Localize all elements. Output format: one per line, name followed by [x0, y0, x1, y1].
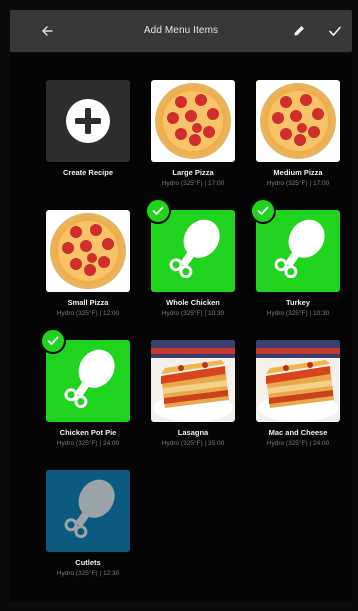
item-name: Turkey	[285, 298, 311, 307]
menu-item-chicken-pot-pie[interactable]: Chicken Pot Pie Hydro (325°F) | 24:00	[40, 328, 134, 450]
back-arrow-icon[interactable]	[32, 10, 62, 52]
item-name: Cutlets	[75, 558, 101, 567]
menu-items-grid: Create Recipe Large Pizza Hydro (325°F) …	[10, 54, 352, 602]
item-name: Small Pizza	[67, 298, 109, 307]
item-name: Lasagna	[177, 428, 209, 437]
menu-item-turkey[interactable]: Turkey Hydro (325°F) | 10:30	[250, 198, 344, 320]
menu-item-whole-chicken[interactable]: Whole Chicken Hydro (325°F) | 10:30	[145, 198, 239, 320]
item-image-drumstick[interactable]	[46, 470, 130, 552]
selected-check-badge-icon	[250, 198, 276, 224]
menu-item-large-pizza[interactable]: Large Pizza Hydro (325°F) | 17:00	[147, 70, 239, 190]
item-image-lasagna[interactable]	[256, 340, 340, 422]
item-detail: Hydro (325°F) | 10:30	[266, 310, 330, 317]
selected-check-badge-icon	[145, 198, 171, 224]
item-image-lasagna[interactable]	[151, 340, 235, 422]
item-image-pizza[interactable]	[46, 210, 130, 292]
drumstick-icon	[64, 479, 115, 539]
create-recipe-button[interactable]	[46, 80, 130, 162]
pizza-image	[260, 83, 336, 159]
selected-check-badge-icon	[40, 328, 66, 354]
pencil-icon[interactable]	[284, 10, 314, 52]
item-detail: Hydro (325°F) | 24:00	[56, 440, 120, 447]
menu-item-lasagna[interactable]: Lasagna Hydro (325°F) | 35:00	[147, 330, 239, 450]
item-detail: Hydro (325°F) | 17:00	[266, 180, 330, 187]
top-bar: Add Menu Items	[10, 10, 352, 52]
create-recipe-tile[interactable]: Create Recipe	[42, 70, 134, 190]
pizza-image	[155, 83, 231, 159]
item-image-pizza[interactable]	[256, 80, 340, 162]
item-name: Create Recipe	[62, 168, 114, 177]
item-name: Large Pizza	[172, 168, 214, 177]
item-detail: Hydro (325°F) | 17:00	[161, 180, 225, 187]
item-name: Mac and Cheese	[268, 428, 328, 437]
lasagna-image	[256, 340, 340, 422]
item-name: Medium Pizza	[273, 168, 323, 177]
item-detail: Hydro (325°F) | 10:30	[161, 310, 225, 317]
item-name: Chicken Pot Pie	[59, 428, 117, 437]
confirm-check-icon[interactable]	[320, 10, 350, 52]
plus-icon	[66, 99, 110, 143]
pizza-image	[50, 213, 126, 289]
menu-item-cutlets[interactable]: Cutlets Hydro (325°F) | 12:30	[42, 460, 134, 580]
item-image-pizza[interactable]	[151, 80, 235, 162]
menu-item-small-pizza[interactable]: Small Pizza Hydro (325°F) | 12:00	[42, 200, 134, 320]
page-title: Add Menu Items	[143, 25, 219, 36]
item-name: Whole Chicken	[166, 298, 220, 307]
lasagna-image	[151, 340, 235, 422]
item-detail: Hydro (325°F) | 35:00	[161, 440, 225, 447]
menu-item-mac-and-cheese[interactable]: Mac and Cheese Hydro (325°F) | 24:00	[252, 330, 344, 450]
menu-item-medium-pizza[interactable]: Medium Pizza Hydro (325°F) | 17:00	[252, 70, 344, 190]
app-screen: Add Menu Items Create Recipe Large Pizza…	[0, 0, 358, 611]
item-detail: Hydro (325°F) | 12:30	[56, 570, 120, 577]
item-detail: Hydro (325°F) | 12:00	[56, 310, 120, 317]
item-detail: Hydro (325°F) | 24:00	[266, 440, 330, 447]
